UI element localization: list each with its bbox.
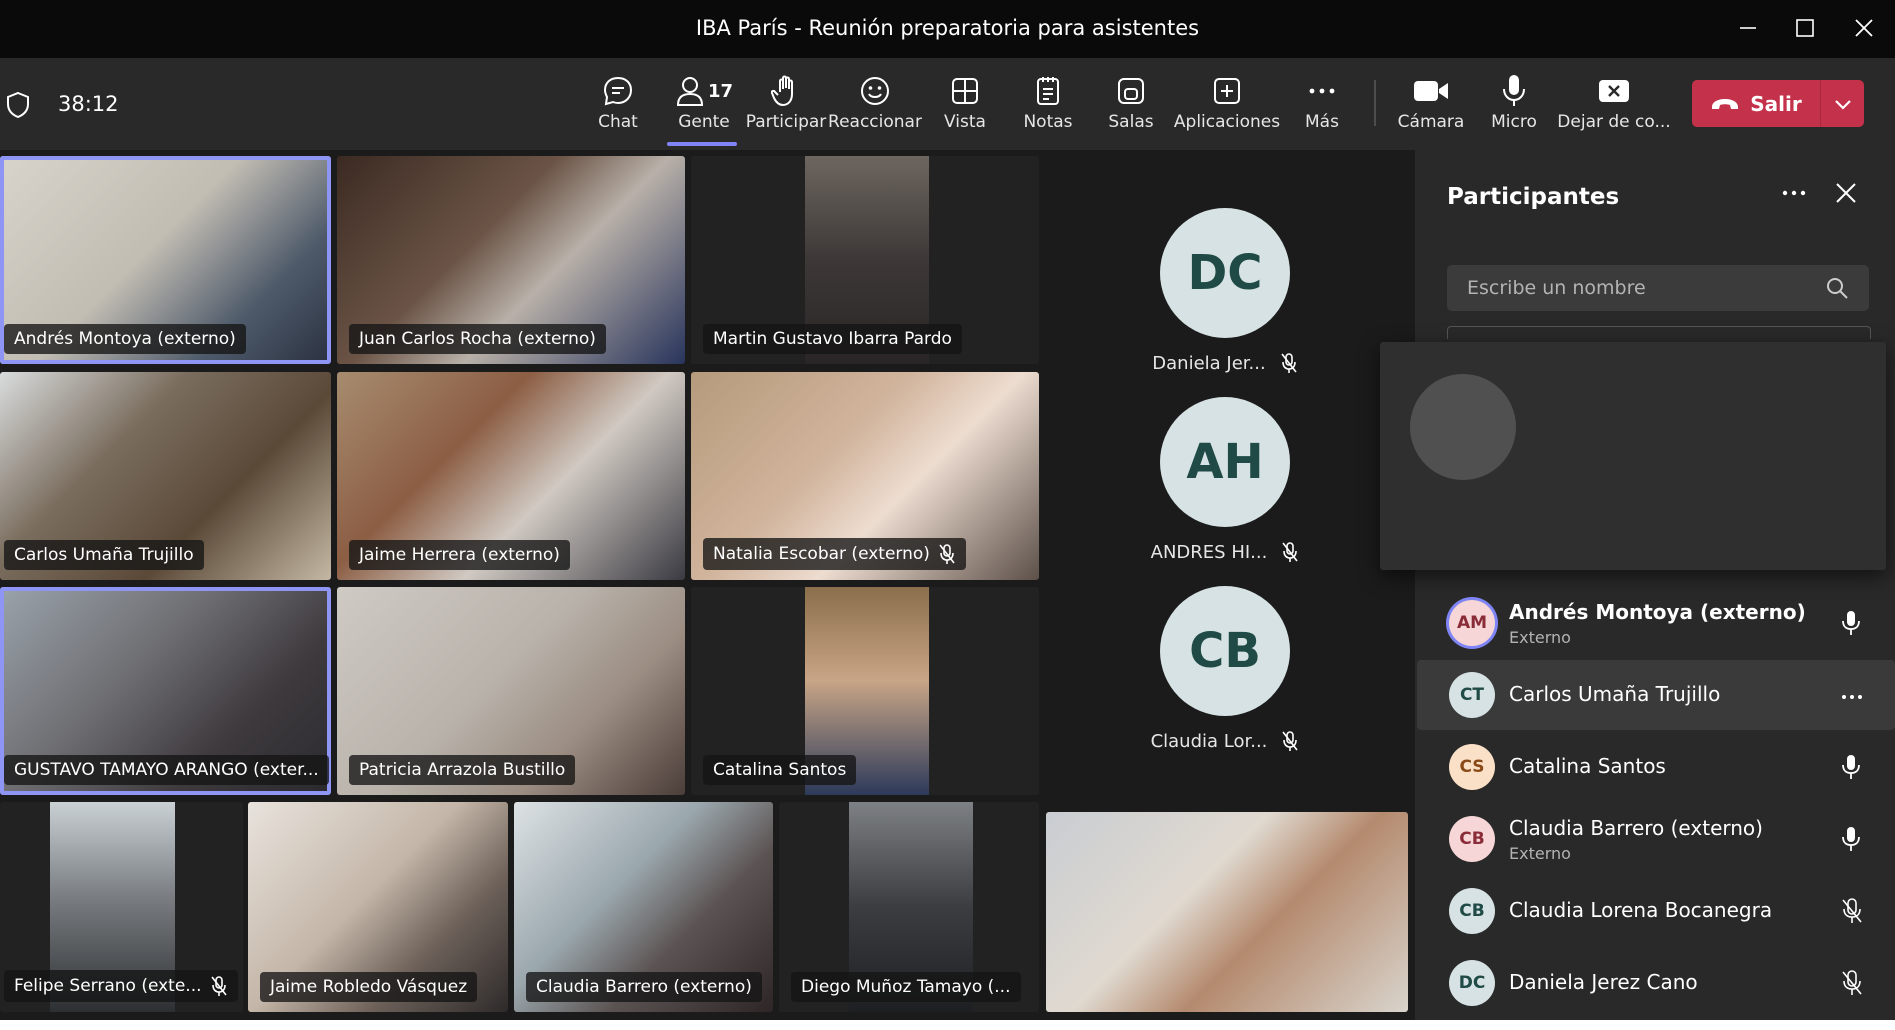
active-tab-indicator [667, 142, 737, 146]
close-icon [1836, 183, 1856, 203]
participant-item[interactable]: CS Catalina Santos [1417, 732, 1895, 802]
view-button[interactable]: Vista [940, 72, 990, 144]
more-dots-icon [1782, 190, 1806, 196]
video-tile[interactable]: Jaime Robledo Vásquez [248, 802, 508, 1012]
notes-icon [1034, 72, 1062, 110]
camera-button[interactable]: Cámara [1398, 72, 1464, 144]
hand-icon [771, 72, 801, 110]
minimize-button[interactable] [1728, 10, 1768, 46]
panel-close-button[interactable] [1835, 182, 1857, 208]
window-title: IBA París - Reunión preparatoria para as… [695, 16, 1200, 40]
avatar [1410, 374, 1516, 480]
leave-options-button[interactable] [1821, 80, 1864, 127]
participant-item[interactable]: CB Claudia Barrero (externo) Externo [1417, 804, 1895, 874]
grid-view-icon [950, 72, 980, 110]
notes-button[interactable]: Notas [1022, 72, 1074, 144]
apps-button[interactable]: Aplicaciones [1174, 72, 1280, 144]
video-tile[interactable]: Juan Carlos Rocha (externo) [337, 156, 685, 364]
video-tile[interactable]: Carlos Umaña Trujillo [0, 372, 331, 580]
title-bar: IBA París - Reunión preparatoria para as… [0, 0, 1895, 58]
muted-mic-icon [1281, 353, 1297, 373]
self-view-tile[interactable] [1046, 812, 1408, 1012]
video-stage: Andrés Montoya (externo) Juan Carlos Roc… [0, 150, 1415, 1030]
muted-mic-icon [1841, 970, 1863, 1000]
chat-button[interactable]: Chat [592, 72, 644, 144]
rooms-icon [1116, 72, 1146, 110]
chat-icon [602, 72, 634, 110]
rooms-button[interactable]: Salas [1106, 72, 1156, 144]
muted-mic-icon [1282, 542, 1298, 562]
video-tile[interactable]: Martin Gustavo Ibarra Pardo [691, 156, 1039, 364]
hang-up-icon [1712, 98, 1739, 109]
avatar-tile[interactable]: DC Daniela Jer... [1065, 208, 1385, 374]
meeting-timer: 38:12 [58, 92, 119, 116]
maximize-icon [1796, 19, 1814, 37]
mic-button[interactable]: Micro [1490, 72, 1538, 144]
people-count: 17 [707, 80, 734, 102]
camera-icon [1413, 72, 1449, 110]
microphone-icon [1841, 826, 1861, 856]
muted-mic-icon [210, 976, 227, 996]
participant-item[interactable]: AM Andrés Montoya (externo) Externo [1417, 588, 1895, 658]
video-tile[interactable]: GUSTAVO TAMAYO ARANGO (exter... [0, 587, 331, 795]
video-tile[interactable]: Patricia Arrazola Bustillo [337, 587, 685, 795]
participant-item[interactable]: DC Daniela Jerez Cano [1417, 948, 1895, 1018]
meeting-toolbar: 38:12 Chat 17 Gente Participar Reacciona… [0, 58, 1895, 150]
more-dots-icon [1307, 72, 1337, 110]
stop-share-icon [1598, 72, 1630, 110]
chevron-down-icon [1834, 99, 1851, 110]
microphone-icon [1841, 610, 1861, 640]
close-icon [1855, 19, 1873, 37]
people-button[interactable]: 17 Gente [668, 72, 740, 144]
video-tile[interactable]: Diego Muñoz Tamayo (... [779, 802, 1039, 1012]
stop-sharing-button[interactable]: Dejar de co... [1557, 72, 1671, 144]
search-icon [1825, 276, 1849, 304]
list-section-header [1447, 326, 1871, 339]
video-tile[interactable]: Claudia Barrero (externo) [514, 802, 773, 1012]
participant-more-button[interactable] [1841, 686, 1863, 705]
add-app-icon [1212, 72, 1242, 110]
react-button[interactable]: Reaccionar [828, 72, 922, 144]
avatar-tile[interactable]: CB Claudia Lor... [1065, 586, 1385, 752]
panel-more-button[interactable] [1781, 180, 1807, 210]
shield-icon [5, 91, 31, 123]
muted-mic-icon [1282, 731, 1299, 751]
bottom-edge [0, 1020, 1895, 1030]
raise-hand-button[interactable]: Participar [746, 72, 826, 144]
toolbar-divider [1374, 80, 1376, 126]
muted-mic-icon [939, 544, 955, 564]
leave-button-group: Salir [1692, 80, 1864, 127]
close-window-button[interactable] [1844, 10, 1884, 46]
more-dots-icon [1842, 695, 1862, 699]
minimize-icon [1740, 27, 1756, 29]
video-tile[interactable]: Felipe Serrano (exte... [0, 802, 243, 1012]
smile-icon [859, 72, 891, 110]
leave-button[interactable]: Salir [1692, 80, 1820, 127]
participant-item[interactable]: CT Carlos Umaña Trujillo [1417, 660, 1895, 730]
maximize-button[interactable] [1785, 10, 1825, 46]
video-tile[interactable]: Andrés Montoya (externo) [0, 156, 331, 364]
muted-mic-icon [1841, 898, 1863, 928]
microphone-icon [1841, 754, 1861, 784]
search-input[interactable]: Escribe un nombre [1447, 265, 1869, 311]
avatar-tile[interactable]: AH ANDRES HI... [1065, 397, 1385, 563]
profile-card-popup[interactable] [1380, 342, 1886, 570]
panel-title: Participantes [1447, 184, 1620, 210]
microphone-icon [1501, 72, 1527, 110]
participant-item[interactable]: CB Claudia Lorena Bocanegra [1417, 876, 1895, 946]
participants-panel: Participantes Escribe un nombre Externo … [1415, 150, 1895, 1030]
more-button[interactable]: Más [1300, 72, 1344, 144]
video-tile[interactable]: Natalia Escobar (externo) [691, 372, 1039, 580]
people-icon [676, 77, 703, 106]
video-tile[interactable]: Jaime Herrera (externo) [337, 372, 685, 580]
video-tile[interactable]: Catalina Santos [691, 587, 1039, 795]
